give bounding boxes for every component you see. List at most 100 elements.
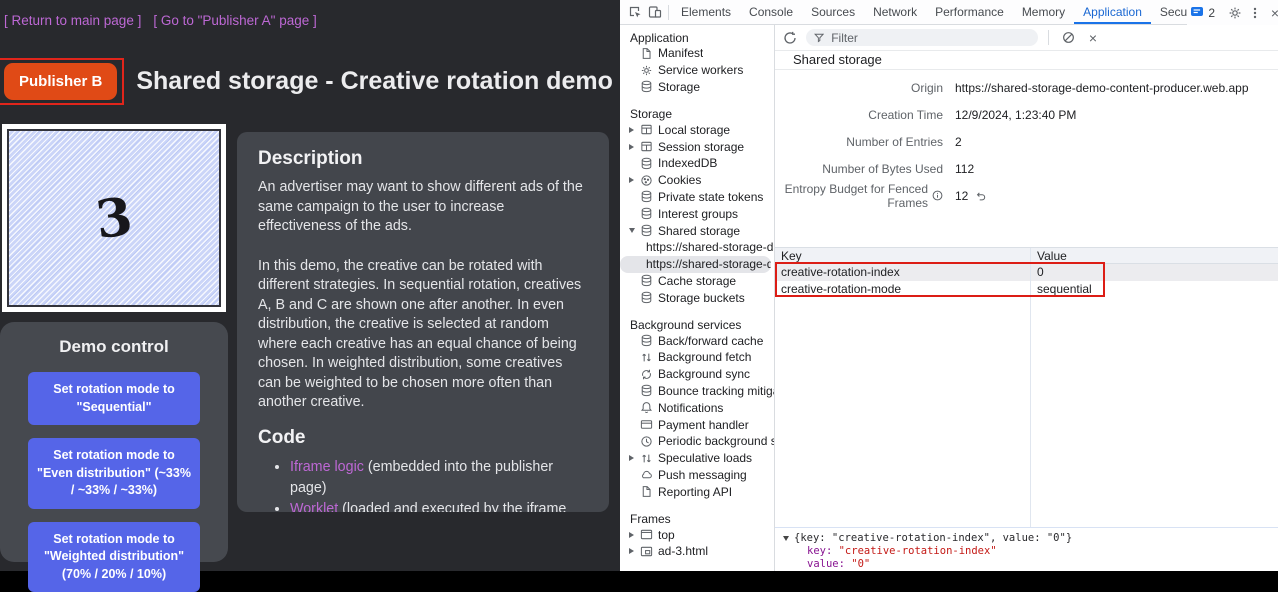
devtools-body: ApplicationManifestService workersStorag…	[620, 25, 1278, 571]
refresh-icon[interactable]	[781, 29, 799, 47]
chevron-right-icon[interactable]	[629, 455, 639, 461]
ad-creative-frame[interactable]: 3	[2, 124, 226, 312]
tab-memory[interactable]: Memory	[1013, 0, 1074, 24]
page-header: Publisher B Shared storage - Creative ro…	[0, 58, 613, 105]
settings-gear-icon[interactable]	[1225, 1, 1245, 25]
sidebar-item-manifest[interactable]: Manifest	[620, 45, 774, 62]
devtools-tabbar: ElementsConsoleSourcesNetworkPerformance…	[620, 0, 1278, 25]
sidebar-item-local-storage[interactable]: Local storage	[620, 121, 774, 138]
rotation-mode-button[interactable]: Set rotation mode to "Even distribution"…	[28, 438, 200, 509]
tab-sources[interactable]: Sources	[802, 0, 864, 24]
metadata-fields: Originhttps://shared-storage-demo-conten…	[775, 70, 1278, 213]
shared-storage-panel: × Shared storage Originhttps://shared-st…	[775, 25, 1278, 571]
delete-selected-icon[interactable]: ×	[1084, 29, 1102, 47]
field-value: 112	[955, 162, 974, 176]
sidebar-item-label: Local storage	[658, 123, 730, 137]
clear-all-icon[interactable]	[1059, 29, 1077, 47]
chevron-right-icon[interactable]	[629, 144, 639, 150]
sidebar-item-push-messaging[interactable]: Push messaging	[620, 467, 774, 484]
field-label: Number of Bytes Used	[775, 162, 943, 176]
rotation-mode-button[interactable]: Set rotation mode to "Sequential"	[28, 372, 200, 425]
demo-control-title: Demo control	[28, 337, 200, 357]
sidebar-item-reporting-api[interactable]: Reporting API	[620, 483, 774, 500]
nav-link-go-to-publisher-a-page[interactable]: [ Go to "Publisher A" page ]	[153, 13, 316, 28]
code-list-item: Iframe logic (embedded into the publishe…	[290, 457, 588, 499]
column-header-key[interactable]: Key	[775, 248, 1031, 263]
info-icon[interactable]	[932, 190, 943, 201]
sidebar-item-bounce-tracking-mitiga[interactable]: Bounce tracking mitiga…	[620, 383, 774, 400]
sidebar-item-cache-storage[interactable]: Cache storage	[620, 273, 774, 290]
tab-application[interactable]: Application	[1074, 0, 1151, 24]
preview-summary-row[interactable]: {key: "creative-rotation-index", value: …	[783, 532, 1270, 545]
reset-budget-icon[interactable]	[975, 190, 987, 202]
ad-creative: 3	[7, 129, 221, 307]
field-value: 12	[955, 189, 987, 203]
tab-performance[interactable]: Performance	[926, 0, 1013, 24]
chevron-right-icon[interactable]	[629, 177, 639, 183]
preview-summary: {key: "creative-rotation-index", value: …	[794, 532, 1072, 545]
code-list-item: Worklet (loaded and executed by the ifra…	[290, 499, 588, 513]
tab-network[interactable]: Network	[864, 0, 926, 24]
chevron-down-icon[interactable]	[629, 228, 639, 233]
chevron-right-icon[interactable]	[629, 127, 639, 133]
table-row[interactable]: creative-rotation-index0	[775, 264, 1278, 281]
property-value: "creative-rotation-index"	[839, 545, 997, 557]
rotation-mode-button[interactable]: Set rotation mode to "Weighted distribut…	[28, 522, 200, 592]
sidebar-item-periodic-background-s[interactable]: Periodic background s…	[620, 433, 774, 450]
sidebar-item-background-fetch[interactable]: Background fetch	[620, 349, 774, 366]
inspect-element-icon[interactable]	[625, 0, 645, 24]
kebab-menu-icon[interactable]	[1245, 1, 1265, 25]
database-icon	[639, 190, 653, 204]
sidebar-item-https-shared-storage-d[interactable]: https://shared-storage-d…	[620, 239, 774, 256]
sidebar-item-indexeddb[interactable]: IndexedDB	[620, 155, 774, 172]
sidebar-item-label: top	[658, 528, 675, 542]
sidebar-item-interest-groups[interactable]: Interest groups	[620, 205, 774, 222]
sidebar-item-cookies[interactable]: Cookies	[620, 172, 774, 189]
cell-value: sequential	[1031, 281, 1278, 298]
column-header-value[interactable]: Value	[1031, 248, 1278, 263]
sidebar-item-label: Reporting API	[658, 485, 732, 499]
filter-input[interactable]	[829, 30, 1030, 46]
sidebar-item-payment-handler[interactable]: Payment handler	[620, 416, 774, 433]
filter-box	[806, 29, 1038, 46]
value-column-space	[1031, 298, 1278, 527]
page-title: Shared storage - Creative rotation demo	[136, 67, 613, 96]
code-link-iframe-logic[interactable]: Iframe logic	[290, 459, 364, 475]
table-icon	[639, 123, 653, 137]
sync-icon	[639, 367, 653, 381]
tab-elements[interactable]: Elements	[672, 0, 740, 24]
sidebar-item-top[interactable]: top	[620, 526, 774, 543]
sidebar-item-label: Storage	[658, 80, 700, 94]
publisher-b-button[interactable]: Publisher B	[4, 63, 117, 100]
table-empty-area	[775, 298, 1278, 527]
device-toolbar-icon[interactable]	[645, 0, 665, 24]
sidebar-item-label: Storage buckets	[658, 291, 745, 305]
sidebar-item-service-workers[interactable]: Service workers	[620, 62, 774, 79]
chevron-right-icon[interactable]	[629, 548, 639, 554]
table-row[interactable]: creative-rotation-modesequential	[775, 281, 1278, 298]
sidebar-item-background-sync[interactable]: Background sync	[620, 366, 774, 383]
top-navigation-links: [ Return to main page ] [ Go to "Publishe…	[4, 13, 329, 28]
sidebar-item-ad-3-html[interactable]: ad-3.html	[620, 543, 774, 560]
sidebar-item-private-state-tokens[interactable]: Private state tokens	[620, 189, 774, 206]
tabbar-right-cluster: 2 ×	[1187, 0, 1278, 25]
code-link-worklet[interactable]: Worklet	[290, 501, 338, 513]
toolbar-divider	[1048, 30, 1049, 45]
tab-console[interactable]: Console	[740, 0, 802, 24]
sidebar-item-storage[interactable]: Storage	[620, 79, 774, 96]
close-devtools-icon[interactable]: ×	[1265, 1, 1278, 25]
sidebar-item-shared-storage[interactable]: Shared storage	[620, 222, 774, 239]
sidebar-item-label: https://shared-storage-d…	[646, 257, 771, 271]
sidebar-item-back-forward-cache[interactable]: Back/forward cache	[620, 332, 774, 349]
expand-triangle-icon[interactable]	[783, 536, 789, 541]
sidebar-item-session-storage[interactable]: Session storage	[620, 138, 774, 155]
sidebar-item-speculative-loads[interactable]: Speculative loads	[620, 450, 774, 467]
sidebar-item-https-shared-storage-d[interactable]: https://shared-storage-d…	[620, 256, 771, 273]
table-header: KeyValue	[775, 247, 1278, 264]
sidebar-item-notifications[interactable]: Notifications	[620, 399, 774, 416]
chevron-right-icon[interactable]	[629, 532, 639, 538]
nav-link-return-to-main-page[interactable]: [ Return to main page ]	[4, 13, 141, 28]
issues-counter[interactable]: 2	[1191, 6, 1215, 20]
sidebar-item-storage-buckets[interactable]: Storage buckets	[620, 289, 774, 306]
sidebar-item-label: Background sync	[658, 367, 750, 381]
